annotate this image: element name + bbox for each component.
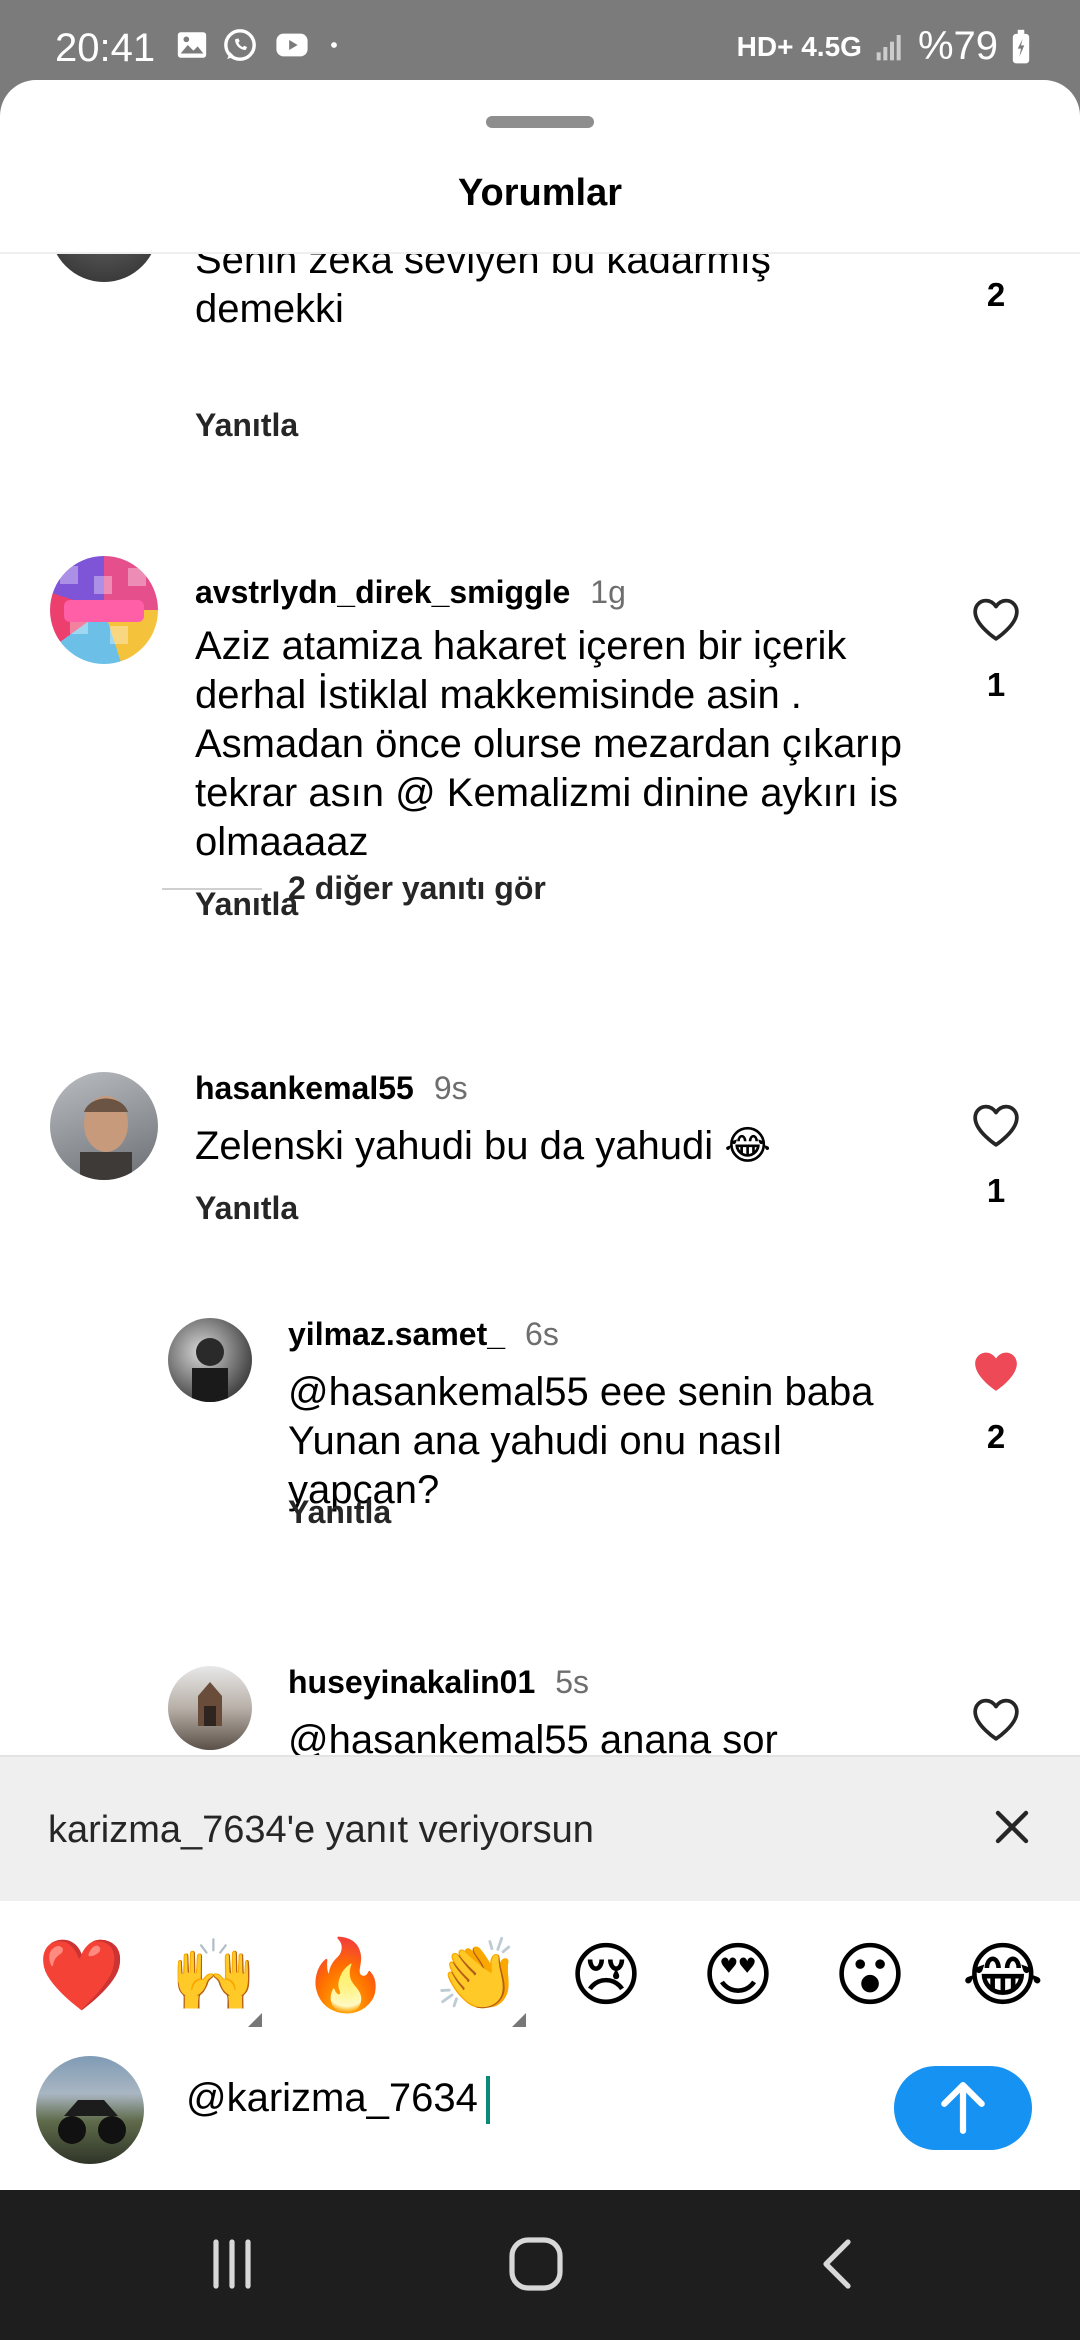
like-button[interactable]: 2 [968,254,1024,314]
avatar[interactable] [168,1666,252,1750]
avatar[interactable] [50,1072,158,1180]
view-more-replies-label: 2 diğer yanıtı gör [288,870,546,906]
like-button[interactable]: 1 [968,1102,1024,1210]
emoji-heart[interactable]: ❤️ [38,1935,125,2015]
back-icon[interactable] [810,2236,870,2292]
emoji-fire[interactable]: 🔥 [302,1935,389,2015]
emoji-laughing[interactable]: 😂 [962,1935,1044,2015]
avatar-face [192,1338,228,1402]
comment-item: hasankemal55 9s Zelenski yahudi bu da yah… [0,1070,1080,1232]
avatar-pattern [60,566,146,644]
comments-sheet: Yorumlar Senin zeka seviyen bu kadarmış … [0,80,1080,2190]
emoji-raised-hands[interactable]: 🙌 [170,1935,257,2015]
username[interactable]: yilmaz.samet_ [288,1316,505,1352]
username[interactable]: huseyinakalin01 [288,1664,535,1700]
recent-apps-icon[interactable] [202,2236,262,2292]
reply-item: yilmaz.samet_ 6s @hasankemal55 eee senin … [0,1316,1080,1578]
emoji-crying[interactable]: 😢 [566,1935,646,2015]
emoji-quick-bar: ❤️ 🙌 🔥 👏 😢 😍 😮 😂 [0,1925,1080,2027]
divider-line [162,887,262,890]
heart-outline-icon [973,598,1019,641]
replying-to-bar: karizma_7634'e yanıt veriyorsun [0,1755,1080,1901]
like-button[interactable]: 1 [968,596,1024,704]
heart-filled-icon [975,1352,1017,1391]
signal-icon [876,34,901,60]
reply-button[interactable]: Yanıtla [288,1494,391,1531]
clock: 20:41 [55,26,156,70]
reply-button[interactable]: Yanıtla [195,407,298,444]
comment-list[interactable]: Senin zeka seviyen bu kadarmış demekki Y… [0,254,1080,1834]
comment-text: Zelenski yahudi bu da yahudi 😂 [195,1124,771,1168]
gallery-icon [177,32,207,58]
avatar-atv [58,2100,126,2144]
comment-header: avstrlydn_direk_smiggle 1g [195,574,626,611]
close-icon[interactable] [988,1803,1036,1851]
notification-icons [175,28,341,62]
like-count: 1 [986,666,1006,703]
avatar[interactable] [50,254,158,282]
comment-text: @hasankemal55 eee senin baba Yunan ana y… [288,1370,874,1512]
comment-text: Senin zeka seviyen bu kadarmış demekki [195,254,771,331]
avatar[interactable] [50,556,158,664]
comment-composer: @karizma_7634 [0,2050,1080,2190]
arrow-up-icon [941,2082,985,2134]
replying-to-label: karizma_7634'e yanıt veriyorsun [48,1809,594,1851]
comment-item: avstrlydn_direk_smiggle 1g Aziz atamiza h… [0,556,1080,922]
whatsapp-icon [224,29,256,61]
drag-handle[interactable] [486,116,594,128]
youtube-icon [276,33,308,57]
comment-item: Senin zeka seviyen bu kadarmış demekki Y… [0,254,1080,494]
timestamp: 1g [590,574,626,610]
like-count: 2 [986,1418,1006,1455]
timestamp: 5s [555,1664,590,1700]
my-avatar [36,2056,144,2164]
timestamp: 6s [525,1316,559,1352]
comment-header: yilmaz.samet_ 6s [288,1316,559,1353]
comment-text: Aziz atamiza hakaret içeren bir içerik d… [195,624,903,864]
emoji-heart-eyes[interactable]: 😍 [698,1935,778,2015]
heart-outline-icon [973,1698,1019,1741]
network-indicator: HD+ 4.5G [736,30,862,62]
view-more-replies[interactable]: 2 diğer yanıtı gör [162,870,546,907]
like-count: 1 [986,1172,1006,1209]
text-cursor [485,2076,490,2125]
system-nav-bar [0,2190,1080,2340]
home-icon[interactable] [506,2236,566,2292]
sheet-title: Yorumlar [457,172,622,214]
comment-input[interactable]: @karizma_7634 [186,2076,490,2125]
heart-outline-icon [973,1104,1019,1147]
send-button[interactable] [894,2066,1032,2150]
comment-header: huseyinakalin01 5s [288,1664,589,1701]
username[interactable]: avstrlydn_direk_smiggle [195,574,570,610]
status-right: HD+ 4.5G %79 [737,24,1032,69]
dot-icon [331,42,337,48]
skin-tone-indicator [512,2013,526,2027]
comment-input-text: @karizma_7634 [186,2076,478,2120]
avatar-building [198,1682,222,1726]
avatar-face [80,1096,132,1180]
comment-header: hasankemal55 9s [195,1070,468,1107]
battery-icon [1012,29,1030,63]
skin-tone-indicator [248,2013,262,2027]
username[interactable]: hasankemal55 [195,1070,414,1106]
emoji-surprised[interactable]: 😮 [830,1935,910,2015]
like-button[interactable]: 2 [968,1348,1024,1456]
battery-level: %79 [917,24,998,68]
avatar[interactable] [168,1318,252,1402]
reply-button[interactable]: Yanıtla [195,1190,298,1227]
like-count: 2 [986,276,1006,313]
emoji-clapping-hands[interactable]: 👏 [434,1935,521,2015]
timestamp: 9s [433,1070,468,1106]
